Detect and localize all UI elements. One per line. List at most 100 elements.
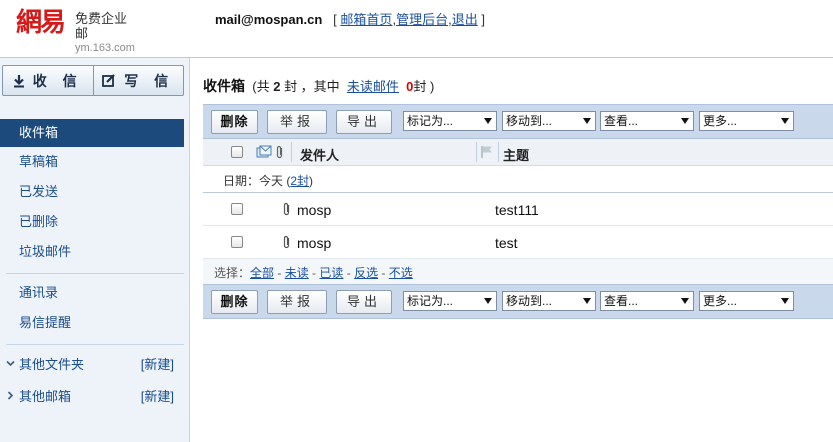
sidebar-item-deleted[interactable]: 已删除: [0, 208, 184, 236]
move-to-select[interactable]: 移动到...: [502, 111, 596, 131]
mail-checkbox[interactable]: [231, 236, 243, 248]
compose-bar: 收 信 写 信: [2, 65, 184, 96]
dropdown-arrow-icon: [484, 298, 492, 304]
flag-column-icon[interactable]: [480, 145, 494, 162]
export-button[interactable]: 导出: [336, 110, 392, 134]
column-divider: [291, 142, 292, 162]
move-to-select[interactable]: 移动到...: [502, 291, 596, 311]
new-folder-link[interactable]: [新建]: [141, 351, 174, 379]
compose-button[interactable]: 写 信: [92, 66, 184, 95]
summary-suffix: 封 ): [413, 79, 435, 94]
other-mailboxes-label: 其他邮箱: [19, 389, 72, 404]
delete-button[interactable]: 删除: [211, 290, 258, 314]
select-label: 选择：: [214, 266, 251, 280]
toolbar-bottom: 删除 举报 导出 标记为... 移动到... 查看... 更多...: [203, 284, 833, 319]
select-unread-link[interactable]: 未读: [285, 266, 309, 280]
export-button[interactable]: 导出: [336, 290, 392, 314]
select-separator: -: [343, 266, 355, 280]
mail-checkbox[interactable]: [231, 203, 243, 215]
total-count: 2: [273, 79, 281, 94]
attachment-column-icon[interactable]: [275, 145, 284, 162]
link-admin[interactable]: 管理后台: [396, 12, 448, 27]
report-button[interactable]: 举报: [267, 110, 327, 134]
select-separator: -: [274, 266, 285, 280]
view-label: 查看...: [604, 294, 639, 308]
date-group-count-link[interactable]: 2封: [290, 174, 309, 188]
select-all-link[interactable]: 全部: [250, 266, 274, 280]
receive-label: 收 信: [32, 72, 83, 89]
view-select[interactable]: 查看...: [600, 291, 694, 311]
move-to-label: 移动到...: [506, 294, 553, 308]
select-read-link[interactable]: 已读: [319, 266, 343, 280]
mark-as-select[interactable]: 标记为...: [403, 291, 497, 311]
sidebar-other-folders[interactable]: 其他文件夹 [新建]: [0, 351, 184, 379]
report-button[interactable]: 举报: [267, 290, 327, 314]
mail-sender[interactable]: mosp: [297, 235, 331, 251]
new-mailbox-link[interactable]: [新建]: [141, 383, 174, 411]
column-sender[interactable]: 发件人: [300, 145, 339, 164]
product-name: 免费企业邮: [75, 11, 128, 41]
select-all-checkbox[interactable]: [231, 146, 243, 158]
more-select[interactable]: 更多...: [699, 291, 794, 311]
mail-row[interactable]: mosp test111: [203, 194, 833, 226]
mail-subject[interactable]: test: [495, 235, 518, 251]
sidebar-item-sent[interactable]: 已发送: [0, 178, 184, 206]
link-logout[interactable]: 退出: [452, 12, 478, 27]
inbox-summary: 收件箱 (共 2 封 ，其中 未读邮件 0封 ): [203, 76, 434, 96]
chevron-right-icon[interactable]: [6, 383, 15, 411]
select-none-link[interactable]: 不选: [389, 266, 413, 280]
sidebar-item-yixin[interactable]: 易信提醒: [0, 309, 184, 337]
compose-label: 写 信: [124, 72, 175, 89]
column-divider: [498, 142, 499, 162]
mail-sender[interactable]: mosp: [297, 202, 331, 218]
view-label: 查看...: [604, 114, 639, 128]
select-invert-link[interactable]: 反选: [354, 266, 378, 280]
sidebar-item-inbox[interactable]: 收件箱: [0, 119, 184, 147]
mail-type-icon[interactable]: [256, 145, 272, 162]
dropdown-arrow-icon: [484, 118, 492, 124]
sidebar-item-spam[interactable]: 垃圾邮件: [0, 238, 184, 266]
mark-as-label: 标记为...: [407, 294, 454, 308]
column-divider: [476, 142, 477, 162]
chevron-down-icon[interactable]: [6, 351, 15, 379]
more-label: 更多...: [703, 294, 738, 308]
sidebar-item-contacts[interactable]: 通讯录: [0, 279, 184, 307]
dropdown-arrow-icon: [681, 298, 689, 304]
date-group-label: 日期：今天 (2封): [223, 172, 313, 189]
toolbar-top: 删除 举报 导出 标记为... 移动到... 查看... 更多...: [203, 104, 833, 139]
link-mail-home[interactable]: 邮箱首页: [340, 12, 392, 27]
mail-subject[interactable]: test111: [495, 202, 539, 218]
attachment-icon: [282, 235, 291, 252]
delete-button[interactable]: 删除: [211, 110, 258, 134]
receive-button[interactable]: 收 信: [3, 66, 93, 95]
header: 網易 免费企业邮 ym.163.com mail@mospan.cn [ 邮箱首…: [0, 0, 833, 58]
sidebar-other-mailboxes[interactable]: 其他邮箱 [新建]: [0, 383, 184, 411]
compose-icon: [102, 73, 116, 87]
download-icon: [13, 74, 24, 87]
dropdown-arrow-icon: [781, 298, 789, 304]
user-email: mail@mospan.cn: [215, 12, 323, 27]
date-group-text: 日期：今天: [223, 174, 284, 188]
unread-link[interactable]: 未读邮件: [347, 79, 399, 94]
dropdown-arrow-icon: [681, 118, 689, 124]
select-separator: -: [378, 266, 389, 280]
select-separator: -: [308, 266, 320, 280]
view-select[interactable]: 查看...: [600, 111, 694, 131]
logo-mark: 網易: [16, 8, 66, 38]
sidebar: 收 信 写 信 收件箱 草稿箱 已发送 已删除 垃圾邮件 通讯录 易信提醒 其他…: [0, 58, 190, 442]
column-header: 发件人 主题: [203, 139, 833, 166]
selection-controls: 选择：全部 - 未读 - 已读 - 反选 - 不选: [214, 264, 413, 281]
logo-subtitle: 免费企业邮 ym.163.com: [75, 11, 135, 55]
mark-as-select[interactable]: 标记为...: [403, 111, 497, 131]
sidebar-item-drafts[interactable]: 草稿箱: [0, 148, 184, 176]
mark-as-label: 标记为...: [407, 114, 454, 128]
attachment-icon: [282, 202, 291, 219]
bracket-open: [: [333, 12, 337, 27]
column-subject[interactable]: 主题: [503, 145, 529, 164]
more-select[interactable]: 更多...: [699, 111, 794, 131]
dropdown-arrow-icon: [583, 118, 591, 124]
mail-row[interactable]: mosp test: [203, 227, 833, 259]
logo[interactable]: 網易 免费企业邮 ym.163.com: [16, 8, 135, 54]
date-group-row: 日期：今天 (2封): [203, 166, 833, 193]
sidebar-divider: [6, 344, 184, 345]
